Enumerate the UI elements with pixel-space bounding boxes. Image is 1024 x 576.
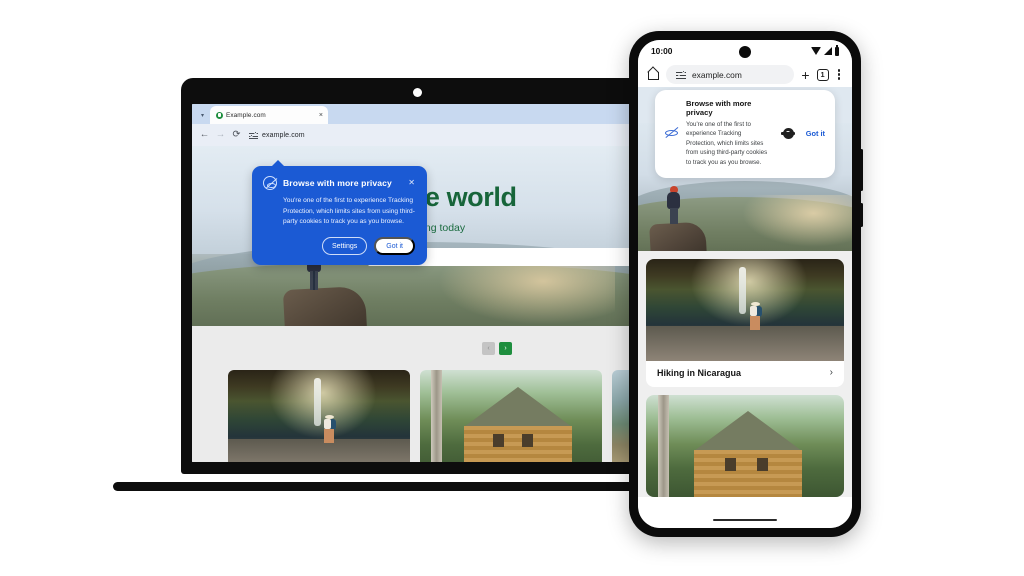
volume-button[interactable] <box>860 203 863 227</box>
status-time: 10:00 <box>651 46 673 56</box>
feed-card[interactable]: Hiking in Nicaragua › <box>646 259 844 387</box>
carousel-card[interactable] <box>228 370 410 462</box>
card-thumbnail <box>228 370 410 462</box>
settings-button[interactable]: Settings <box>321 237 368 256</box>
laptop-screen: ▾ Example.com × ← → ⟳ example.com world … <box>192 104 642 462</box>
got-it-button[interactable]: Got it <box>806 129 825 138</box>
forward-button[interactable]: → <box>215 130 226 140</box>
home-icon[interactable] <box>648 69 659 80</box>
laptop-lid: ▾ Example.com × ← → ⟳ example.com world … <box>181 78 653 474</box>
browser-tabstrip: ▾ Example.com × <box>192 104 642 124</box>
gesture-nav-bar <box>638 512 852 528</box>
phone-device: 10:00 example.com + 1 Hiking in Nicaragu… <box>629 31 863 537</box>
card-footer: Hiking in Nicaragua › <box>646 361 844 387</box>
chevron-right-icon[interactable]: › <box>830 368 833 378</box>
address-bar-url: example.com <box>692 69 742 80</box>
tune-icon[interactable] <box>676 70 686 80</box>
reload-button[interactable]: ⟳ <box>231 130 242 140</box>
gear-icon[interactable] <box>781 127 796 139</box>
card-text: Browse with more privacy You're one of t… <box>686 99 771 168</box>
sun-glow <box>435 262 615 326</box>
mobile-web-page: Start exploring today <box>638 87 852 528</box>
got-it-button[interactable]: Got it <box>374 237 415 256</box>
tab-switcher-button[interactable]: 1 <box>816 68 829 81</box>
cliff-rock <box>649 221 707 251</box>
dialog-caret <box>271 160 285 167</box>
status-icons <box>810 44 839 56</box>
screenshot-canvas: ▾ Example.com × ← → ⟳ example.com world … <box>0 0 1024 576</box>
hiker-icon <box>323 414 336 445</box>
close-icon[interactable]: ✕ <box>408 179 415 187</box>
browser-tab[interactable]: Example.com × <box>210 106 328 124</box>
tracking-protection-card: Browse with more privacy You're one of t… <box>655 90 835 178</box>
dialog-title: Browse with more privacy <box>283 178 392 188</box>
carousel-controls: ‹ › <box>482 342 512 355</box>
card-thumbnail <box>646 395 844 497</box>
card-body: You're one of the first to experience Tr… <box>686 120 768 166</box>
chevron-down-icon[interactable]: ▾ <box>195 107 210 124</box>
new-tab-button[interactable]: + <box>801 68 809 82</box>
globe-icon <box>216 111 223 119</box>
sun-glow <box>742 195 852 247</box>
hiker-figure <box>666 186 682 224</box>
phone-body: 10:00 example.com + 1 Hiking in Nicaragu… <box>629 31 863 537</box>
tune-icon[interactable] <box>249 131 258 140</box>
card-thumbnail <box>420 370 602 462</box>
dialog-body: You're one of the first to experience Tr… <box>283 197 415 226</box>
carousel-prev-button[interactable]: ‹ <box>482 342 495 355</box>
dialog-header: Browse with more privacy ✕ <box>263 176 415 190</box>
browser-toolbar: ← → ⟳ example.com <box>192 124 642 146</box>
address-bar-url: example.com <box>262 131 305 139</box>
eye-off-icon <box>263 176 277 190</box>
browser-tab-title: Example.com <box>226 111 266 119</box>
address-bar[interactable]: example.com <box>666 65 795 84</box>
battery-icon <box>834 44 839 56</box>
front-camera-icon <box>739 46 751 58</box>
card-feed: Hiking in Nicaragua › <box>638 251 852 497</box>
web-page: Travel the world Start exploring today ‹… <box>192 146 642 462</box>
home-indicator[interactable] <box>713 518 777 522</box>
card-title: Hiking in Nicaragua <box>657 368 742 378</box>
dialog-actions: Settings Got it <box>263 237 415 256</box>
wifi-icon <box>810 47 821 55</box>
eye-off-icon <box>664 126 679 141</box>
power-button[interactable] <box>860 149 863 191</box>
card-carousel: ‹ › <box>192 326 642 462</box>
carousel-card[interactable] <box>420 370 602 462</box>
back-button[interactable]: ← <box>199 130 210 140</box>
feed-card[interactable] <box>646 395 844 497</box>
mobile-browser-toolbar: example.com + 1 <box>638 62 852 87</box>
more-vert-icon[interactable] <box>836 69 842 80</box>
tracking-protection-dialog: Browse with more privacy ✕ You're one of… <box>252 160 427 266</box>
card-thumbnail <box>646 259 844 361</box>
webcam-icon <box>413 88 422 97</box>
cliff-rock <box>282 285 368 326</box>
close-icon[interactable]: × <box>319 112 323 119</box>
laptop-device: ▾ Example.com × ← → ⟳ example.com world … <box>113 78 837 491</box>
status-bar: 10:00 <box>638 40 852 62</box>
card-title: Browse with more privacy <box>686 99 752 117</box>
cellular-signal-icon <box>823 47 832 55</box>
phone-screen: 10:00 example.com + 1 Hiking in Nicaragu… <box>638 40 852 528</box>
address-bar[interactable]: example.com <box>247 128 635 142</box>
hiker-icon <box>749 302 762 332</box>
carousel-next-button[interactable]: › <box>499 342 512 355</box>
carousel-track <box>228 370 642 462</box>
